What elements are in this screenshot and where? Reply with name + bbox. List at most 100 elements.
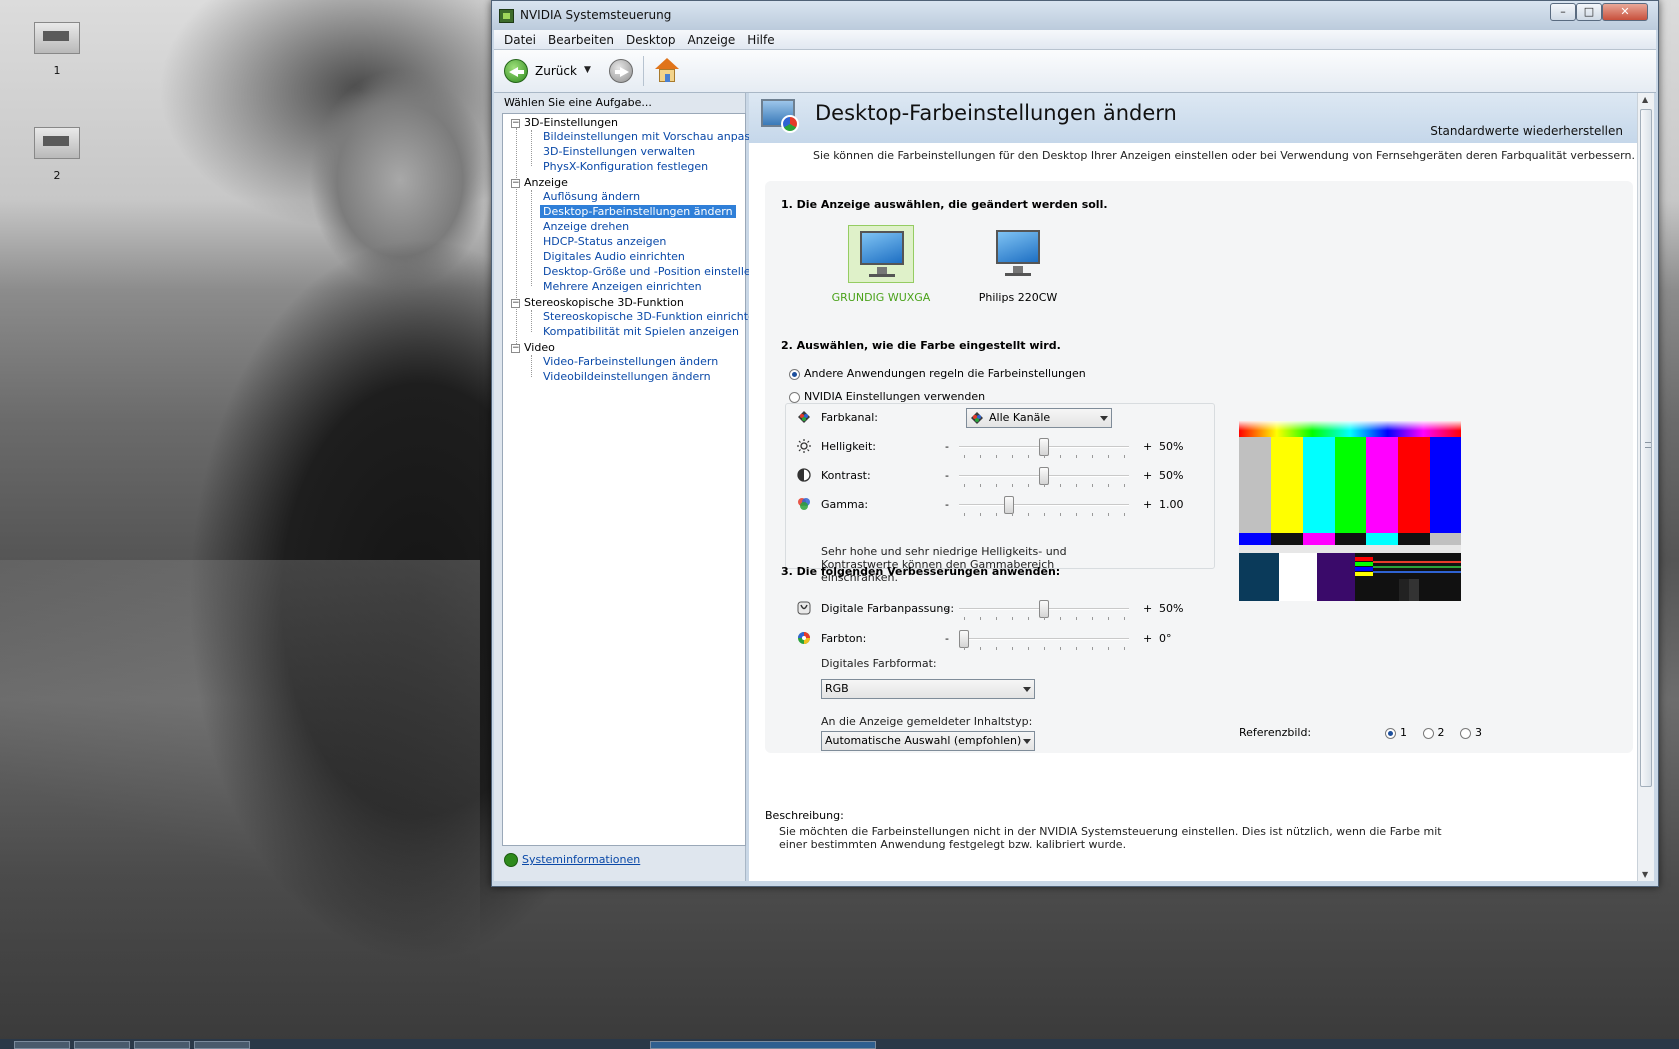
radio-button[interactable] — [1385, 727, 1396, 739]
scroll-thumb[interactable] — [1640, 109, 1652, 787]
taskbar-button[interactable] — [14, 1041, 70, 1049]
sidebar-item-physx[interactable]: PhysX-Konfiguration festlegen — [543, 160, 708, 173]
sidebar-item-image-preview[interactable]: Bildeinstellungen mit Vorschau anpassen — [543, 130, 770, 143]
taskbar-button[interactable] — [134, 1041, 190, 1049]
chevron-down-icon — [1023, 739, 1031, 744]
collapse-icon[interactable]: − — [511, 298, 520, 308]
slider-tick — [964, 647, 965, 650]
sidebar-item-digital-audio[interactable]: Digitales Audio einrichten — [543, 250, 685, 263]
tree-category-3d-settings[interactable]: −3D-Einstellungen — [511, 116, 618, 129]
sidebar-item-video-color[interactable]: Video-Farbeinstellungen ändern — [543, 355, 718, 368]
digital-vibrance-minus: - — [945, 602, 949, 615]
system-info-label[interactable]: Systeminformationen — [522, 853, 640, 866]
page-title: Desktop-Farbeinstellungen ändern — [815, 101, 1177, 125]
back-arrow-icon[interactable] — [504, 59, 528, 83]
collapse-icon[interactable]: − — [511, 343, 520, 353]
content-type-select[interactable]: Automatische Auswahl (empfohlen) — [821, 731, 1035, 751]
color-channel-icon — [971, 412, 983, 424]
radio-button[interactable] — [1460, 727, 1471, 739]
title-bar[interactable]: NVIDIA Systemsteuerung – □ ✕ — [492, 1, 1658, 30]
reference-option-3[interactable]: 3 — [1460, 726, 1482, 739]
menu-anzeige[interactable]: Anzeige — [681, 30, 741, 50]
sidebar-item-desktop-size[interactable]: Desktop-Größe und -Position einstellen — [543, 265, 758, 278]
tree-category-video[interactable]: − Video — [511, 341, 555, 354]
sidebar-item-video-image[interactable]: Videobildeinstellungen ändern — [543, 370, 711, 383]
slider-tick — [996, 617, 997, 620]
menu-hilfe[interactable]: Hilfe — [741, 30, 780, 50]
taskbar-button[interactable] — [74, 1041, 130, 1049]
radio-button[interactable] — [1422, 727, 1434, 739]
minimize-button[interactable]: – — [1550, 3, 1576, 21]
slider-tick — [1044, 484, 1045, 487]
color-format-select[interactable]: RGB — [821, 679, 1035, 699]
menu-datei[interactable]: Datei — [498, 30, 542, 50]
slider-tick — [996, 513, 997, 516]
reference-option-1[interactable]: 1 — [1385, 726, 1407, 739]
window-thumbnail-icon — [34, 127, 80, 159]
contrast-slider-thumb[interactable] — [1039, 467, 1049, 485]
page-header: Desktop-Farbeinstellungen ändern Standar… — [749, 93, 1637, 143]
slider-tick — [1028, 617, 1029, 620]
reference-image-label: Referenzbild: — [1239, 726, 1312, 739]
slider-tick — [964, 455, 965, 458]
maximize-button[interactable]: □ — [1576, 3, 1602, 21]
hue-slider-thumb[interactable] — [959, 630, 969, 648]
content-panel: Desktop-Farbeinstellungen ändern Standar… — [749, 93, 1637, 881]
sidebar-item-manage-3d[interactable]: 3D-Einstellungen verwalten — [543, 145, 695, 158]
radio-button[interactable] — [789, 368, 800, 380]
slider-tick — [1076, 513, 1077, 516]
brightness-slider-thumb[interactable] — [1039, 438, 1049, 456]
sidebar-item-hdcp[interactable]: HDCP-Status anzeigen — [543, 235, 666, 248]
hue-minus: - — [945, 632, 949, 645]
tree-line — [531, 190, 532, 286]
hue-wheel-icon — [798, 632, 810, 644]
collapse-icon[interactable]: − — [511, 118, 520, 128]
content-scrollbar[interactable]: ▲ ▼ — [1637, 93, 1654, 881]
sidebar-item-desktop-color[interactable]: Desktop-Farbeinstellungen ändern — [540, 205, 736, 218]
close-button[interactable]: ✕ — [1602, 3, 1648, 21]
radio-label: 1 — [1400, 726, 1407, 739]
back-history-dropdown-icon[interactable]: ▼ — [584, 65, 591, 75]
slider-tick — [1092, 455, 1093, 458]
gamma-label: Gamma: — [821, 498, 869, 511]
radio-button[interactable] — [789, 391, 800, 403]
scroll-up-icon[interactable]: ▲ — [1642, 95, 1648, 104]
digital-vibrance-row: Digitale Farbanpassung: - + 50% — [797, 599, 1217, 620]
gamma-slider-track[interactable] — [959, 504, 1129, 506]
display-option-philips[interactable]: Philips 220CW — [968, 225, 1068, 304]
digital-vibrance-slider-thumb[interactable] — [1039, 600, 1049, 618]
radio-other-apps[interactable]: Andere Anwendungen regeln die Farbeinste… — [789, 367, 1086, 380]
tree-category-display[interactable]: − Anzeige — [511, 176, 568, 189]
info-icon — [504, 853, 518, 867]
sidebar-item-stereo-setup[interactable]: Stereoskopische 3D-Funktion einrichten — [543, 310, 762, 323]
menu-bearbeiten[interactable]: Bearbeiten — [542, 30, 620, 50]
digital-vibrance-icon — [797, 601, 811, 615]
sidebar-item-game-compat[interactable]: Kompatibilität mit Spielen anzeigen — [543, 325, 739, 338]
intro-text: Sie können die Farbeinstellungen für den… — [813, 149, 1635, 162]
restore-defaults-link[interactable]: Standardwerte wiederherstellen — [1430, 124, 1623, 138]
gamma-slider-thumb[interactable] — [1003, 496, 1014, 514]
tree-category-stereo-3d[interactable]: − Stereoskopische 3D-Funktion — [511, 296, 684, 309]
slider-tick — [964, 617, 965, 620]
sidebar-item-multiple-displays[interactable]: Mehrere Anzeigen einrichten — [543, 280, 702, 293]
menu-desktop[interactable]: Desktop — [620, 30, 682, 50]
sidebar-item-resolution[interactable]: Auflösung ändern — [543, 190, 640, 203]
desktop-icon-2[interactable]: 2 — [22, 127, 92, 182]
hue-slider-track[interactable] — [959, 638, 1129, 640]
taskbar-button-active[interactable] — [650, 1041, 876, 1049]
taskbar-button[interactable] — [194, 1041, 250, 1049]
desktop-icon-1[interactable]: 1 — [22, 22, 92, 77]
section-2-title: 2. Auswählen, wie die Farbe eingestellt … — [781, 339, 1061, 352]
forward-arrow-icon[interactable] — [609, 59, 633, 83]
back-button-label[interactable]: Zurück — [535, 64, 577, 78]
display-option-grundig[interactable]: GRUNDIG WUXGA — [831, 225, 931, 304]
sidebar-item-rotate[interactable]: Anzeige drehen — [543, 220, 629, 233]
reference-option-2[interactable]: 2 — [1422, 726, 1445, 739]
collapse-icon[interactable]: − — [511, 178, 520, 188]
system-info-link[interactable]: Systeminformationen — [504, 853, 640, 867]
radio-nvidia-settings[interactable]: NVIDIA Einstellungen verwenden — [789, 390, 989, 403]
scroll-down-icon[interactable]: ▼ — [1642, 870, 1648, 879]
color-channel-select[interactable]: Alle Kanäle — [966, 408, 1112, 428]
slider-tick — [964, 513, 965, 516]
home-icon[interactable] — [654, 58, 680, 84]
